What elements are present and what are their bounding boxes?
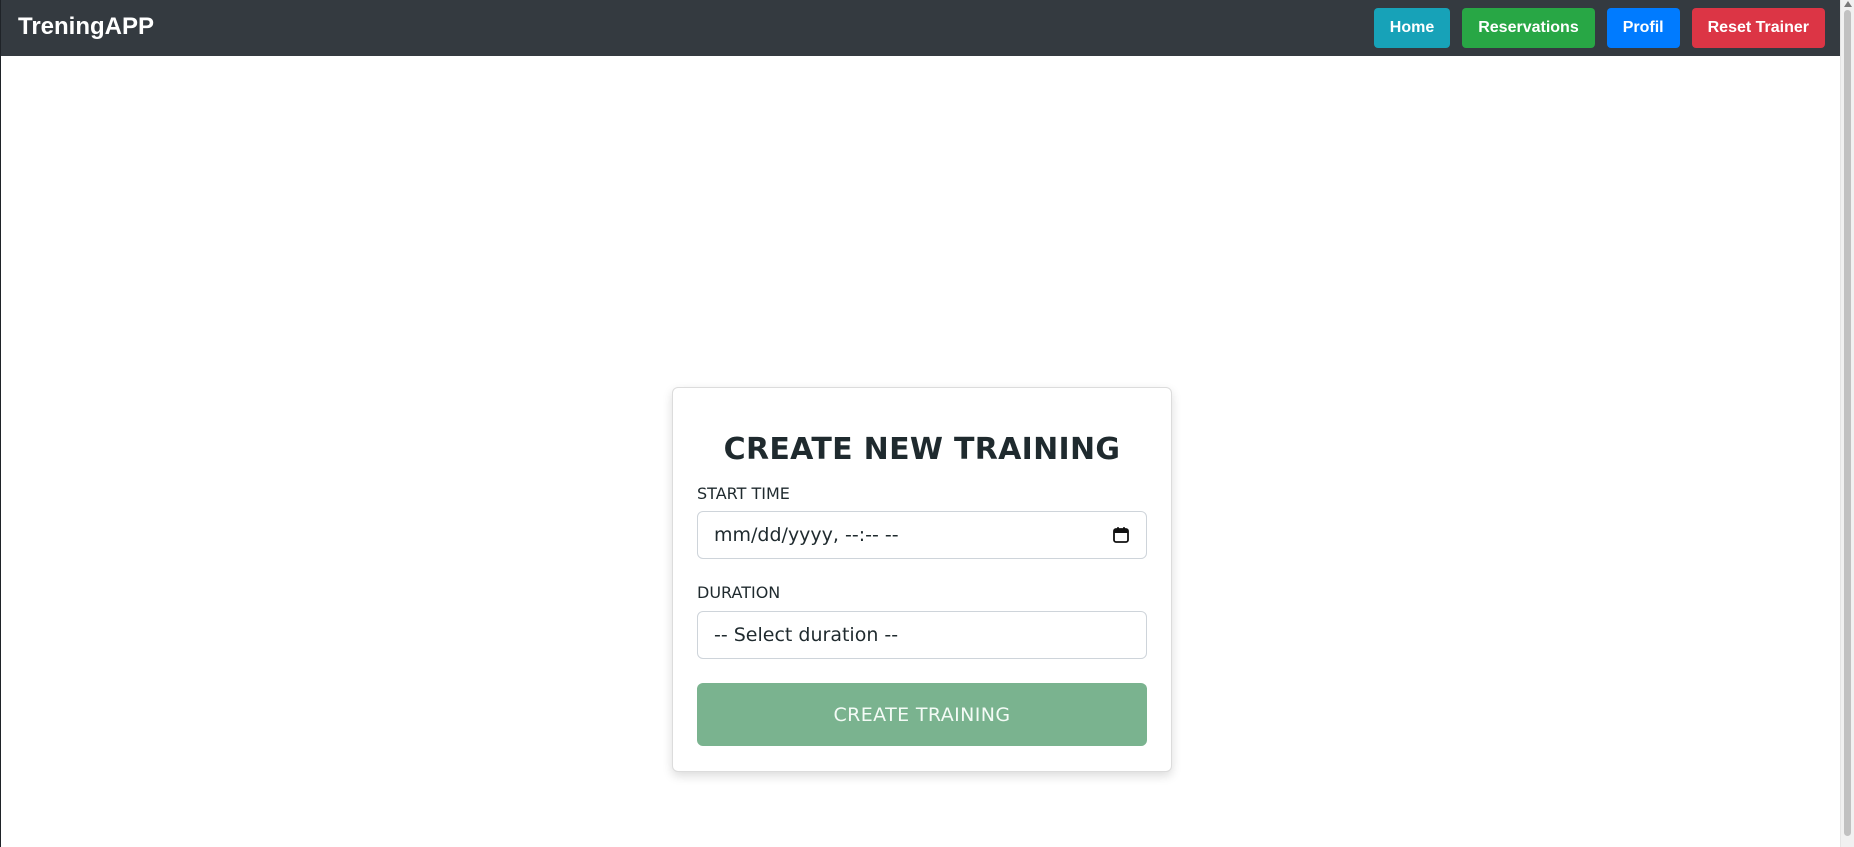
start-time-label: START TIME xyxy=(697,484,790,503)
scrollbar-thumb[interactable] xyxy=(1844,10,1851,836)
duration-label: DURATION xyxy=(697,583,781,602)
navbar-buttons: Home Reservations Profil Reset Trainer xyxy=(1373,8,1825,48)
create-training-button[interactable]: CREATE TRAINING xyxy=(697,683,1147,746)
create-training-card: CREATE NEW TRAINING START TIME mm/dd/yyy… xyxy=(672,387,1172,772)
app-window: TreningAPP Home Reservations Profil Rese… xyxy=(0,0,1841,847)
app-brand[interactable]: TreningAPP xyxy=(18,12,154,42)
profil-button[interactable]: Profil xyxy=(1606,8,1680,48)
calendar-icon[interactable] xyxy=(1112,526,1130,544)
duration-select[interactable]: -- Select duration -- xyxy=(697,611,1147,659)
top-navbar: TreningAPP Home Reservations Profil Rese… xyxy=(1,0,1841,56)
start-time-input[interactable]: mm/dd/yyyy, --:-- -- xyxy=(697,511,1147,559)
page-title: CREATE NEW TRAINING xyxy=(723,432,1121,468)
page-scrollbar[interactable] xyxy=(1840,0,1854,847)
duration-selected-value: -- Select duration -- xyxy=(714,624,899,646)
start-time-placeholder: mm/dd/yyyy, --:-- -- xyxy=(714,524,899,546)
scroll-up-arrow-icon[interactable] xyxy=(1844,1,1852,7)
home-button[interactable]: Home xyxy=(1373,8,1451,48)
reservations-button[interactable]: Reservations xyxy=(1462,8,1595,48)
reset-trainer-button[interactable]: Reset Trainer xyxy=(1691,8,1825,48)
